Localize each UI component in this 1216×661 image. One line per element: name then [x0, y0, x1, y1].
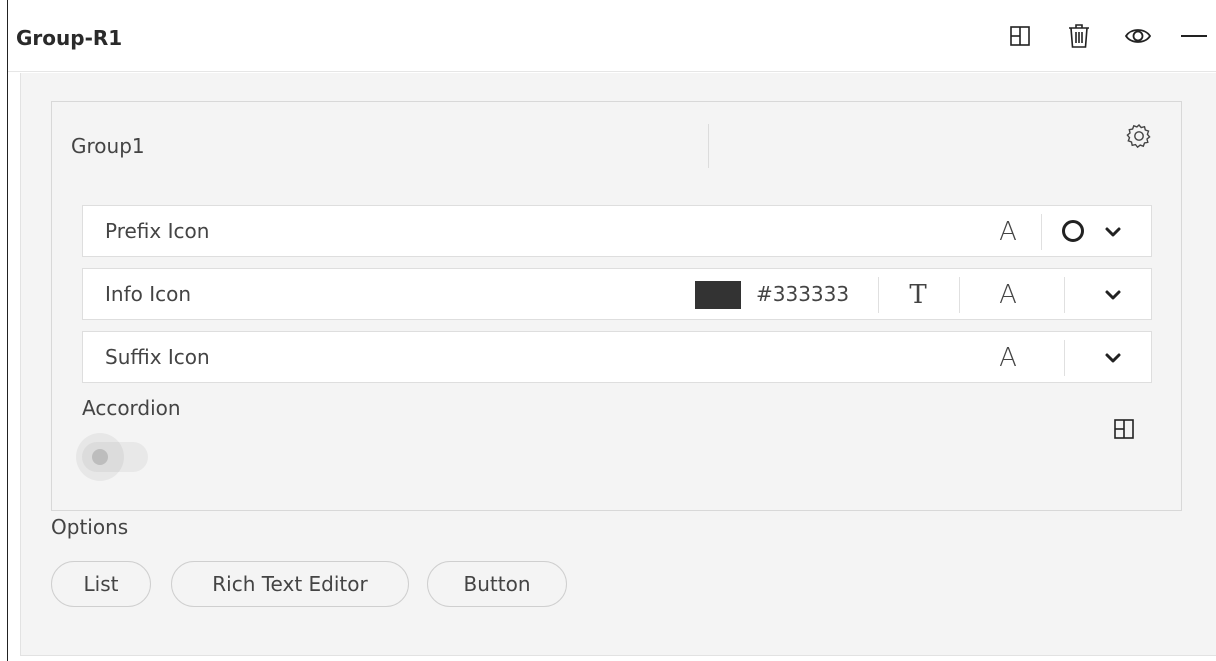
gear-icon[interactable] — [1125, 122, 1153, 150]
chevron-down-icon[interactable] — [1101, 220, 1125, 244]
color-hex-value[interactable]: #333333 — [756, 269, 849, 319]
options-label: Options — [51, 515, 129, 539]
group-name-text: Group1 — [71, 134, 145, 158]
layout-icon[interactable] — [1006, 22, 1034, 50]
group-card: Group1 Prefix Icon A Info Icon #333333 T… — [51, 101, 1182, 511]
info-icon-label: Info Icon — [105, 282, 192, 306]
option-chip-button[interactable]: Button — [427, 561, 567, 607]
eye-icon[interactable] — [1124, 22, 1152, 50]
divider — [959, 277, 960, 313]
text-style-button[interactable]: A — [993, 342, 1023, 374]
divider — [1064, 340, 1065, 376]
layout-icon[interactable] — [1113, 418, 1137, 442]
text-style-button[interactable]: A — [993, 279, 1023, 311]
color-swatch[interactable] — [695, 281, 741, 309]
accordion-label: Accordion — [82, 396, 181, 420]
font-family-button[interactable]: T — [903, 279, 933, 311]
group-name[interactable]: Group1 — [71, 124, 709, 168]
chevron-down-icon[interactable] — [1101, 283, 1125, 307]
suffix-icon-label: Suffix Icon — [105, 345, 210, 369]
trash-icon[interactable] — [1065, 22, 1093, 50]
chevron-down-icon[interactable] — [1101, 346, 1125, 370]
divider — [878, 277, 879, 313]
panel-title: Group-R1 — [16, 26, 123, 50]
prefix-icon-label: Prefix Icon — [105, 219, 210, 243]
text-style-button[interactable]: A — [993, 216, 1023, 248]
option-chip-rich-text-editor[interactable]: Rich Text Editor — [171, 561, 409, 607]
divider — [1064, 277, 1065, 313]
divider — [1041, 214, 1042, 250]
toggle-knob — [92, 449, 108, 465]
suffix-icon-row: Suffix Icon A — [82, 331, 1152, 383]
panel-header: Group-R1 — [8, 0, 1216, 72]
info-icon-row: Info Icon #333333 T A — [82, 268, 1152, 320]
option-chip-list[interactable]: List — [51, 561, 151, 607]
panel-body: Group1 Prefix Icon A Info Icon #333333 T… — [20, 73, 1216, 656]
accordion-toggle[interactable] — [76, 433, 148, 481]
circle-icon[interactable] — [1062, 220, 1084, 242]
prefix-icon-row: Prefix Icon A — [82, 205, 1152, 257]
minimize-icon[interactable] — [1180, 22, 1208, 50]
group-panel: Group-R1 Group1 Prefix Icon A Info Icon … — [7, 0, 1216, 661]
